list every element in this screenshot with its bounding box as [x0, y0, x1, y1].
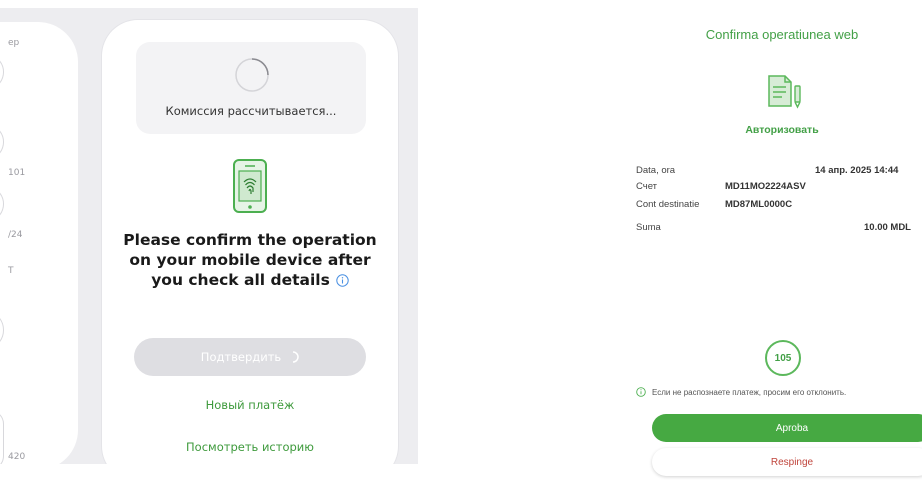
timer-value: 105 — [774, 352, 792, 364]
spinner-icon — [293, 351, 299, 363]
screenshot-composite: ep 101 /24 T ÷ 420 Комиссия рассчитывает… — [0, 0, 922, 489]
web-payment-screen: ep 101 /24 T ÷ 420 Комиссия рассчитывает… — [0, 8, 418, 464]
amount-value: 10.00 MDL — [864, 222, 911, 233]
confirm-button-label: Подтвердить — [200, 350, 282, 364]
account-value: MD11MO2224ASV — [725, 181, 806, 192]
fee-calculation-box: Комиссия рассчитывается... — [136, 42, 366, 134]
amount-label: Suma — [636, 222, 661, 233]
spinner-icon — [235, 58, 269, 92]
countdown-timer: 105 — [765, 340, 801, 376]
fee-status-text: Комиссия рассчитывается... — [165, 104, 337, 118]
background-select[interactable] — [0, 310, 4, 350]
background-form-card: ep 101 /24 T ÷ 420 — [0, 22, 78, 464]
date-time-value: 14 апр. 2025 14:44 — [815, 165, 899, 176]
background-field-label: ep — [8, 38, 20, 48]
background-input-field[interactable] — [0, 54, 4, 90]
new-payment-link[interactable]: Новый платёж — [102, 398, 398, 412]
destination-account-value: MD87ML0000C — [725, 199, 793, 210]
date-time-label: Data, ora — [636, 165, 676, 176]
reject-button[interactable]: Respinge — [652, 448, 922, 476]
confirmation-card: Комиссия рассчитывается... Please confir… — [102, 20, 398, 464]
confirm-heading: Please confirm the operation on your mob… — [122, 230, 378, 290]
page-title: Confirma operatiunea web — [705, 27, 859, 42]
document-pen-icon — [768, 75, 801, 109]
account-label: Счет — [636, 181, 658, 192]
authorize-label: Авторизовать — [745, 124, 819, 136]
mobile-confirmation-screen: Confirma operatiunea web Авторизовать Da… — [632, 0, 922, 489]
background-field-label: T — [8, 266, 14, 276]
background-stepper[interactable]: ÷ — [0, 410, 4, 464]
warning-text: Если не распознаете платеж, просим его о… — [652, 387, 847, 397]
background-field-label: 420 — [8, 452, 26, 462]
view-history-link[interactable]: Посмотреть историю — [102, 440, 398, 454]
background-field-label: 101 — [8, 168, 26, 178]
confirm-button[interactable]: Подтвердить — [134, 338, 366, 376]
approve-button[interactable]: Aproba — [652, 414, 922, 442]
reject-button-label: Respinge — [770, 456, 814, 468]
info-icon[interactable] — [336, 274, 349, 287]
phone-fingerprint-icon — [233, 159, 267, 213]
destination-account-label: Cont destinatie — [636, 199, 700, 210]
background-input-field[interactable] — [0, 124, 4, 160]
approve-button-label: Aproba — [775, 422, 809, 434]
background-input-field[interactable] — [0, 186, 4, 222]
info-icon — [636, 387, 646, 397]
background-field-label: /24 — [8, 230, 23, 240]
warning-note: Если не распознаете платеж, просим его о… — [636, 387, 922, 397]
